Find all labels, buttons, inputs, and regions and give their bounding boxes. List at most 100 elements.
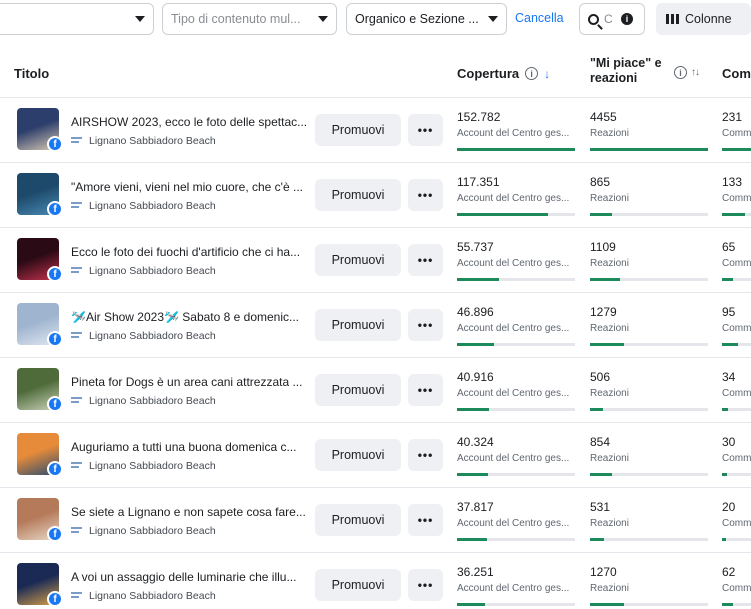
facebook-icon: f bbox=[47, 591, 63, 607]
promote-button[interactable]: Promuovi bbox=[315, 569, 401, 601]
post-title[interactable]: "Amore vieni, vieni nel mio cuore, che c… bbox=[71, 180, 307, 194]
caret-down-icon bbox=[135, 16, 145, 22]
comments-cell: 95 Commenti bbox=[722, 305, 751, 346]
info-icon[interactable]: i bbox=[621, 13, 633, 25]
coverage-sublabel: Account del Centro ges... bbox=[457, 193, 570, 204]
comments-value: 30 bbox=[722, 435, 736, 449]
likes-value: 531 bbox=[590, 500, 611, 514]
coverage-value: 36.251 bbox=[457, 565, 494, 579]
header-title[interactable]: Titolo bbox=[14, 66, 49, 81]
more-options-button[interactable]: ••• bbox=[408, 439, 443, 471]
coverage-cell: 40.324 Account del Centro ges... bbox=[457, 435, 575, 476]
caret-down-icon bbox=[318, 16, 328, 22]
post-title[interactable]: A voi un assaggio delle luminarie che il… bbox=[71, 570, 307, 584]
comments-cell: 20 Commenti bbox=[722, 500, 751, 541]
promote-button[interactable]: Promuovi bbox=[315, 309, 401, 341]
comments-value: 65 bbox=[722, 240, 736, 254]
likes-cell: 1279 Reazioni bbox=[590, 305, 708, 346]
page-name: Lignano Sabbiadoro Beach bbox=[89, 200, 216, 212]
promote-button[interactable]: Promuovi bbox=[315, 504, 401, 536]
table-row[interactable]: f 🛩️Air Show 2023🛩️ Sabato 8 e domenic..… bbox=[0, 293, 751, 358]
content-type-dropdown[interactable]: Tipo di contenuto mul... bbox=[162, 3, 337, 35]
info-icon[interactable]: i bbox=[525, 67, 539, 80]
page-name: Lignano Sabbiadoro Beach bbox=[89, 265, 216, 277]
page-line: Lignano Sabbiadoro Beach bbox=[71, 330, 216, 342]
table-row[interactable]: f Ecco le foto dei fuochi d'artificio ch… bbox=[0, 228, 751, 293]
more-options-button[interactable]: ••• bbox=[408, 179, 443, 211]
cancel-link[interactable]: Cancella bbox=[515, 11, 564, 25]
post-title[interactable]: 🛩️Air Show 2023🛩️ Sabato 8 e domenic... bbox=[71, 310, 307, 324]
header-coverage[interactable]: Copertura i ↓ bbox=[457, 66, 550, 81]
comments-cell: 133 Commenti bbox=[722, 175, 751, 216]
coverage-value: 37.817 bbox=[457, 500, 494, 514]
more-options-button[interactable]: ••• bbox=[408, 309, 443, 341]
promote-button[interactable]: Promuovi bbox=[315, 179, 401, 211]
sort-down-icon[interactable]: ↓ bbox=[544, 67, 550, 81]
sort-icon[interactable]: ↑↓ bbox=[691, 67, 700, 78]
coverage-cell: 37.817 Account del Centro ges... bbox=[457, 500, 575, 541]
likes-sublabel: Reazioni bbox=[590, 388, 629, 399]
page-icon bbox=[71, 397, 82, 405]
more-options-button[interactable]: ••• bbox=[408, 569, 443, 601]
more-options-button[interactable]: ••• bbox=[408, 114, 443, 146]
comments-sublabel: Commenti bbox=[722, 518, 751, 529]
more-options-button[interactable]: ••• bbox=[408, 504, 443, 536]
info-icon[interactable]: i bbox=[674, 66, 687, 79]
promote-button[interactable]: Promuovi bbox=[315, 114, 401, 146]
header-comments[interactable]: Commenti bbox=[722, 66, 751, 81]
comments-sublabel: Commenti bbox=[722, 453, 751, 464]
coverage-value: 55.737 bbox=[457, 240, 494, 254]
coverage-cell: 55.737 Account del Centro ges... bbox=[457, 240, 575, 281]
coverage-bar bbox=[457, 408, 575, 411]
coverage-value: 40.916 bbox=[457, 370, 494, 384]
organic-section-dropdown[interactable]: Organico e Sezione ... bbox=[346, 3, 507, 35]
post-title[interactable]: Pineta for Dogs è un area cani attrezzat… bbox=[71, 375, 307, 389]
likes-value: 4455 bbox=[590, 110, 617, 124]
likes-value: 1270 bbox=[590, 565, 617, 579]
comments-sublabel: Commenti bbox=[722, 388, 751, 399]
promote-button[interactable]: Promuovi bbox=[315, 244, 401, 276]
filter-dropdown-1[interactable] bbox=[0, 3, 154, 35]
search-placeholder: Cerca bbox=[604, 12, 612, 26]
post-title[interactable]: AIRSHOW 2023, ecco le foto delle spettac… bbox=[71, 115, 307, 129]
table-row[interactable]: f "Amore vieni, vieni nel mio cuore, che… bbox=[0, 163, 751, 228]
page-icon bbox=[71, 462, 82, 470]
likes-value: 1109 bbox=[590, 240, 616, 254]
facebook-icon: f bbox=[47, 201, 63, 217]
coverage-cell: 152.782 Account del Centro ges... bbox=[457, 110, 575, 151]
post-title[interactable]: Se siete a Lignano e non sapete cosa far… bbox=[71, 505, 307, 519]
header-likes[interactable]: "Mi piace" e reazioni bbox=[590, 56, 672, 86]
promote-button[interactable]: Promuovi bbox=[315, 374, 401, 406]
search-input[interactable]: Cerca i bbox=[579, 3, 645, 35]
coverage-cell: 46.896 Account del Centro ges... bbox=[457, 305, 575, 346]
more-options-button[interactable]: ••• bbox=[408, 244, 443, 276]
likes-bar bbox=[590, 343, 708, 346]
likes-sublabel: Reazioni bbox=[590, 193, 629, 204]
coverage-bar bbox=[457, 603, 575, 606]
table-row[interactable]: f Se siete a Lignano e non sapete cosa f… bbox=[0, 488, 751, 553]
post-title[interactable]: Ecco le foto dei fuochi d'artificio che … bbox=[71, 245, 307, 259]
more-options-button[interactable]: ••• bbox=[408, 374, 443, 406]
likes-bar bbox=[590, 213, 708, 216]
table-row[interactable]: f Auguriamo a tutti una buona domenica c… bbox=[0, 423, 751, 488]
search-icon bbox=[588, 13, 599, 25]
table-row[interactable]: f A voi un assaggio delle luminarie che … bbox=[0, 553, 751, 609]
table-row[interactable]: f Pineta for Dogs è un area cani attrezz… bbox=[0, 358, 751, 423]
columns-button[interactable]: Colonne bbox=[656, 3, 751, 35]
coverage-bar bbox=[457, 213, 575, 216]
comments-bar bbox=[722, 408, 751, 411]
likes-sublabel: Reazioni bbox=[590, 258, 629, 269]
comments-value: 34 bbox=[722, 370, 736, 384]
columns-icon bbox=[666, 14, 679, 24]
page-name: Lignano Sabbiadoro Beach bbox=[89, 460, 216, 472]
table-row[interactable]: f AIRSHOW 2023, ecco le foto delle spett… bbox=[0, 98, 751, 163]
comments-bar bbox=[722, 278, 751, 281]
comments-bar bbox=[722, 343, 751, 346]
likes-bar bbox=[590, 538, 708, 541]
page-name: Lignano Sabbiadoro Beach bbox=[89, 330, 216, 342]
coverage-sublabel: Account del Centro ges... bbox=[457, 388, 570, 399]
likes-sublabel: Reazioni bbox=[590, 518, 629, 529]
promote-button[interactable]: Promuovi bbox=[315, 439, 401, 471]
post-title[interactable]: Auguriamo a tutti una buona domenica c..… bbox=[71, 440, 307, 454]
toolbar: Tipo di contenuto mul... Organico e Sezi… bbox=[0, 0, 751, 40]
